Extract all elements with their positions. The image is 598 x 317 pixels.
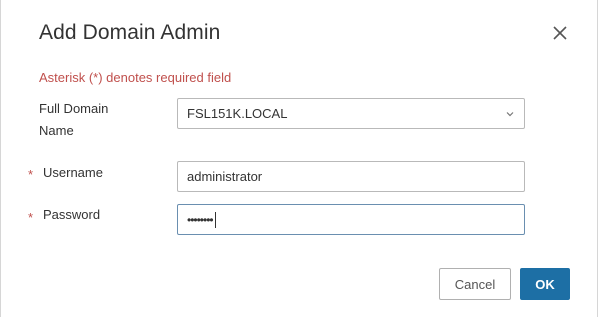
domain-select-value: FSL151K.LOCAL xyxy=(187,106,288,121)
username-label: Username xyxy=(43,165,103,180)
required-field-note: Asterisk (*) denotes required field xyxy=(39,70,232,85)
domain-label-line1: Full Domain xyxy=(39,101,109,116)
dialog-title: Add Domain Admin xyxy=(39,21,221,44)
password-required-asterisk: * xyxy=(28,210,34,225)
domain-label: Full Domain Name xyxy=(39,98,108,142)
password-input[interactable]: •••••••• xyxy=(177,204,525,235)
password-label: Password xyxy=(43,207,101,222)
domain-label-line2: Name xyxy=(39,123,74,138)
username-input[interactable]: administrator xyxy=(177,161,525,192)
chevron-down-icon xyxy=(506,112,514,117)
password-value: •••••••• xyxy=(187,212,214,227)
text-cursor xyxy=(214,211,216,228)
add-domain-admin-dialog: Add Domain Admin Asterisk (*) denotes re… xyxy=(0,0,598,317)
domain-select[interactable]: FSL151K.LOCAL xyxy=(177,98,525,129)
cancel-button[interactable]: Cancel xyxy=(439,268,511,300)
close-icon xyxy=(553,26,567,40)
username-required-asterisk: * xyxy=(28,167,34,182)
ok-button[interactable]: OK xyxy=(520,268,570,300)
close-button[interactable] xyxy=(549,22,571,44)
username-value: administrator xyxy=(187,169,263,184)
